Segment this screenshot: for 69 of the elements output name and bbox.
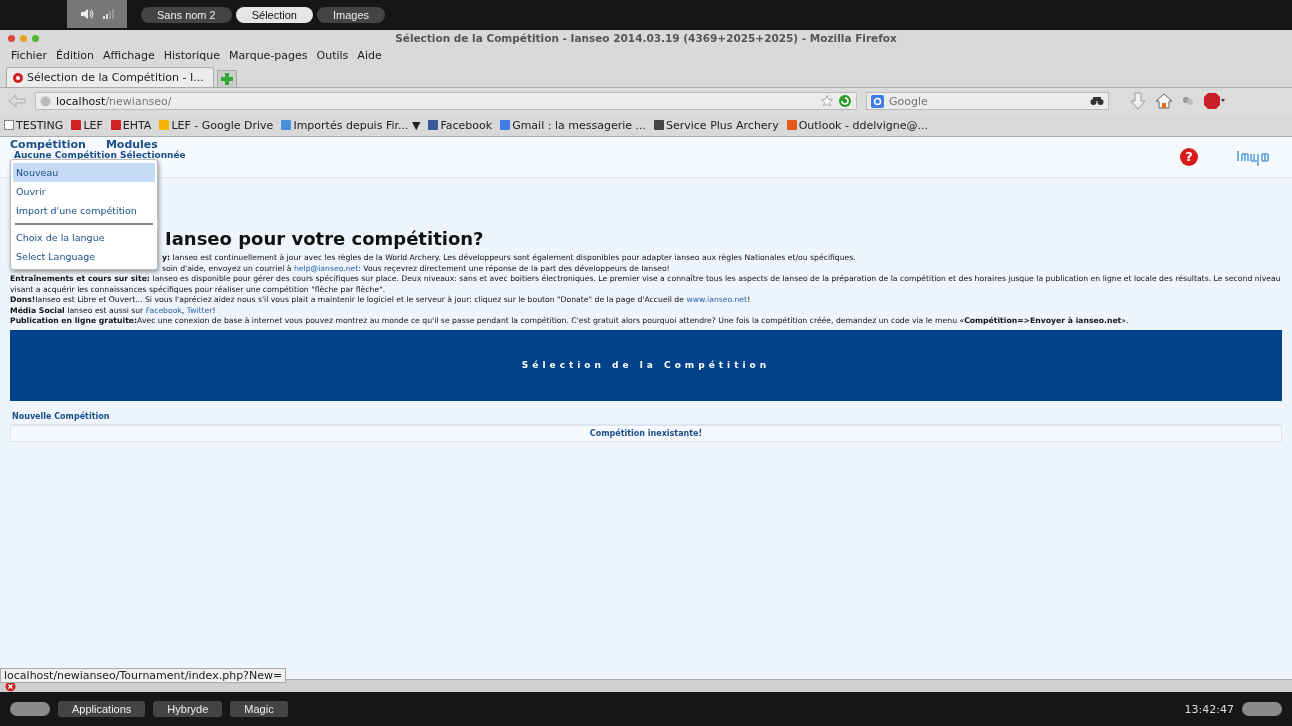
search-input[interactable]: Google (887, 93, 1087, 109)
window-title: Sélection de la Compétition - Ianseo 2014.03.19 (4369+2025+2025) - Mozilla Firefox (395, 32, 897, 44)
bookmark-icon (654, 120, 664, 130)
globe-icon (40, 95, 51, 107)
clock: 13:42:47 (1184, 702, 1234, 716)
dropdown-item[interactable]: Choix de la langue (13, 228, 155, 247)
target-icon (12, 71, 24, 84)
browser-tab[interactable]: Sélection de la Compétition - I... (6, 67, 214, 87)
bookmark-icon (71, 120, 82, 130)
menu-item[interactable]: Aide (357, 49, 382, 62)
bookmark-item[interactable]: EHTA (110, 118, 152, 132)
bookmark-item[interactable]: TESTING (4, 118, 64, 132)
menu-item[interactable]: Marque-pages (229, 49, 308, 62)
dropdown-item[interactable]: Select Language (13, 247, 155, 266)
panel-button[interactable] (1242, 702, 1282, 716)
menu-item[interactable]: Historique (163, 49, 221, 62)
dropdown-item[interactable]: Import d'une compétition (13, 201, 155, 220)
address-field[interactable]: localhost/newianseo/ (35, 92, 857, 110)
plus-icon (221, 73, 233, 85)
nav-menu-item[interactable]: Compétition (10, 139, 86, 150)
logo-drawing (1236, 148, 1272, 166)
download-arrow-icon[interactable] (1130, 92, 1146, 110)
bookmark-item[interactable]: Outlook - ddelvigne@... (786, 118, 928, 132)
bookmark-item[interactable]: Gmail : la messagerie ... (500, 118, 646, 132)
section-banner: Sélection de la Compétition (10, 329, 1282, 401)
bookmark-icon (500, 120, 511, 130)
menu-item[interactable]: Affichage (103, 49, 155, 62)
dropdown-item[interactable]: Nouveau (13, 163, 155, 182)
bookmark-icon (281, 120, 292, 130)
bookmark-item[interactable]: Facebook (428, 118, 493, 132)
bookmark-icon (159, 120, 170, 130)
taskbar-item[interactable]: Applications (58, 701, 146, 717)
workspace-tab[interactable]: Sans nom 2 (141, 7, 232, 23)
new-tab-button[interactable] (217, 70, 237, 87)
competition-status: Aucune Compétition Sélectionnée (14, 150, 186, 160)
bookmark-item[interactable]: Service Plus Archery (654, 118, 779, 132)
bookmark-icon (786, 120, 797, 130)
tab-title: Sélection de la Compétition - I... (27, 71, 204, 84)
signal-icon[interactable] (102, 8, 114, 20)
menu-item[interactable]: Fichier (11, 49, 47, 62)
search-field[interactable]: Google (866, 92, 1109, 110)
menu-item[interactable]: Édition (55, 49, 94, 62)
help-icon[interactable]: ? (1180, 148, 1198, 166)
bookmark-icon (4, 120, 14, 130)
dropdown-item[interactable]: Ouvrir (13, 182, 155, 201)
binoculars-icon[interactable] (1090, 96, 1104, 106)
bookmark-icon (110, 120, 121, 130)
taskbar-item[interactable]: Hybryde (153, 701, 223, 717)
nav-menu-item[interactable]: Modules (105, 139, 158, 150)
status-url: localhost/newianseo/Tournament/index.php?New= (0, 668, 287, 683)
bookmark-item[interactable]: LEF - Google Drive (159, 118, 274, 132)
star-icon[interactable] (821, 95, 833, 107)
close-icon[interactable] (8, 34, 15, 42)
reload-icon[interactable] (838, 94, 852, 108)
bookmark-icon (428, 120, 439, 130)
table-header[interactable]: Nouvelle Compétition (10, 408, 1282, 425)
launcher-button[interactable] (10, 702, 50, 716)
workspace-tab[interactable]: Images (316, 7, 386, 23)
home-icon[interactable] (1155, 93, 1173, 109)
page-heading: Ianseo pour votre compétition? (165, 228, 485, 250)
speaker-icon[interactable] (80, 8, 94, 20)
search-engine-icon[interactable] (871, 94, 884, 108)
error-icon[interactable] (5, 680, 16, 692)
menu-item[interactable]: Outils (316, 49, 349, 62)
adblock-icon[interactable] (1203, 92, 1225, 110)
bookmark-item[interactable]: LEF (71, 118, 103, 132)
bookmark-item[interactable]: Importés depuis Fir... ▼ (281, 118, 421, 132)
taskbar-item[interactable]: Magic (230, 701, 288, 717)
workspace-tab[interactable]: Sélection (235, 7, 313, 23)
